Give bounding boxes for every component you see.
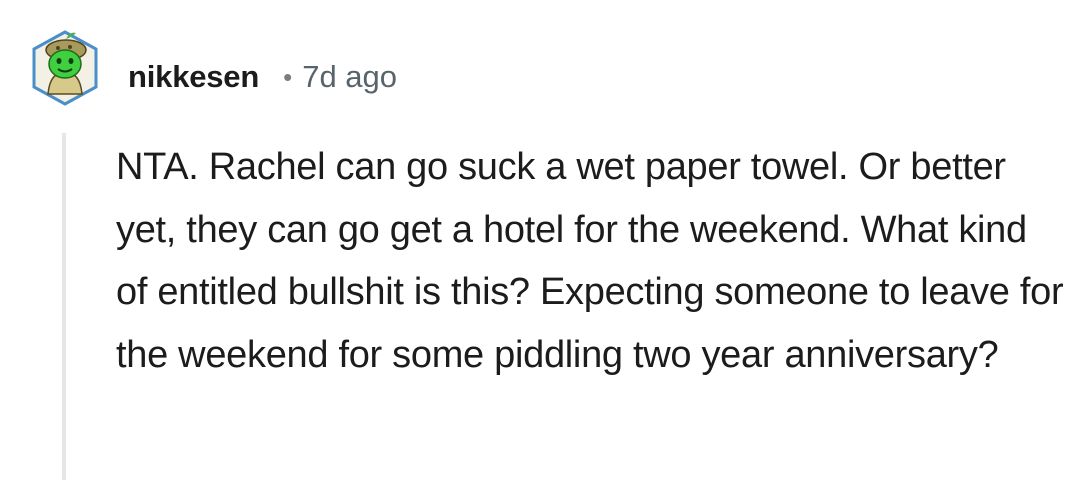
username-link[interactable]: nikkesen (128, 59, 259, 95)
comment-body: NTA. Rachel can go suck a wet paper towe… (116, 146, 1064, 376)
snoo-avatar-icon (32, 30, 98, 106)
comment: nikkesen • 7d ago NTA. Rachel can go suc… (0, 0, 1080, 480)
timestamp[interactable]: 7d ago (302, 59, 397, 95)
user-avatar[interactable] (30, 28, 100, 108)
comment-meta: nikkesen • 7d ago (128, 52, 397, 102)
meta-separator: • (283, 61, 293, 92)
thread-collapse-line[interactable] (62, 133, 66, 480)
